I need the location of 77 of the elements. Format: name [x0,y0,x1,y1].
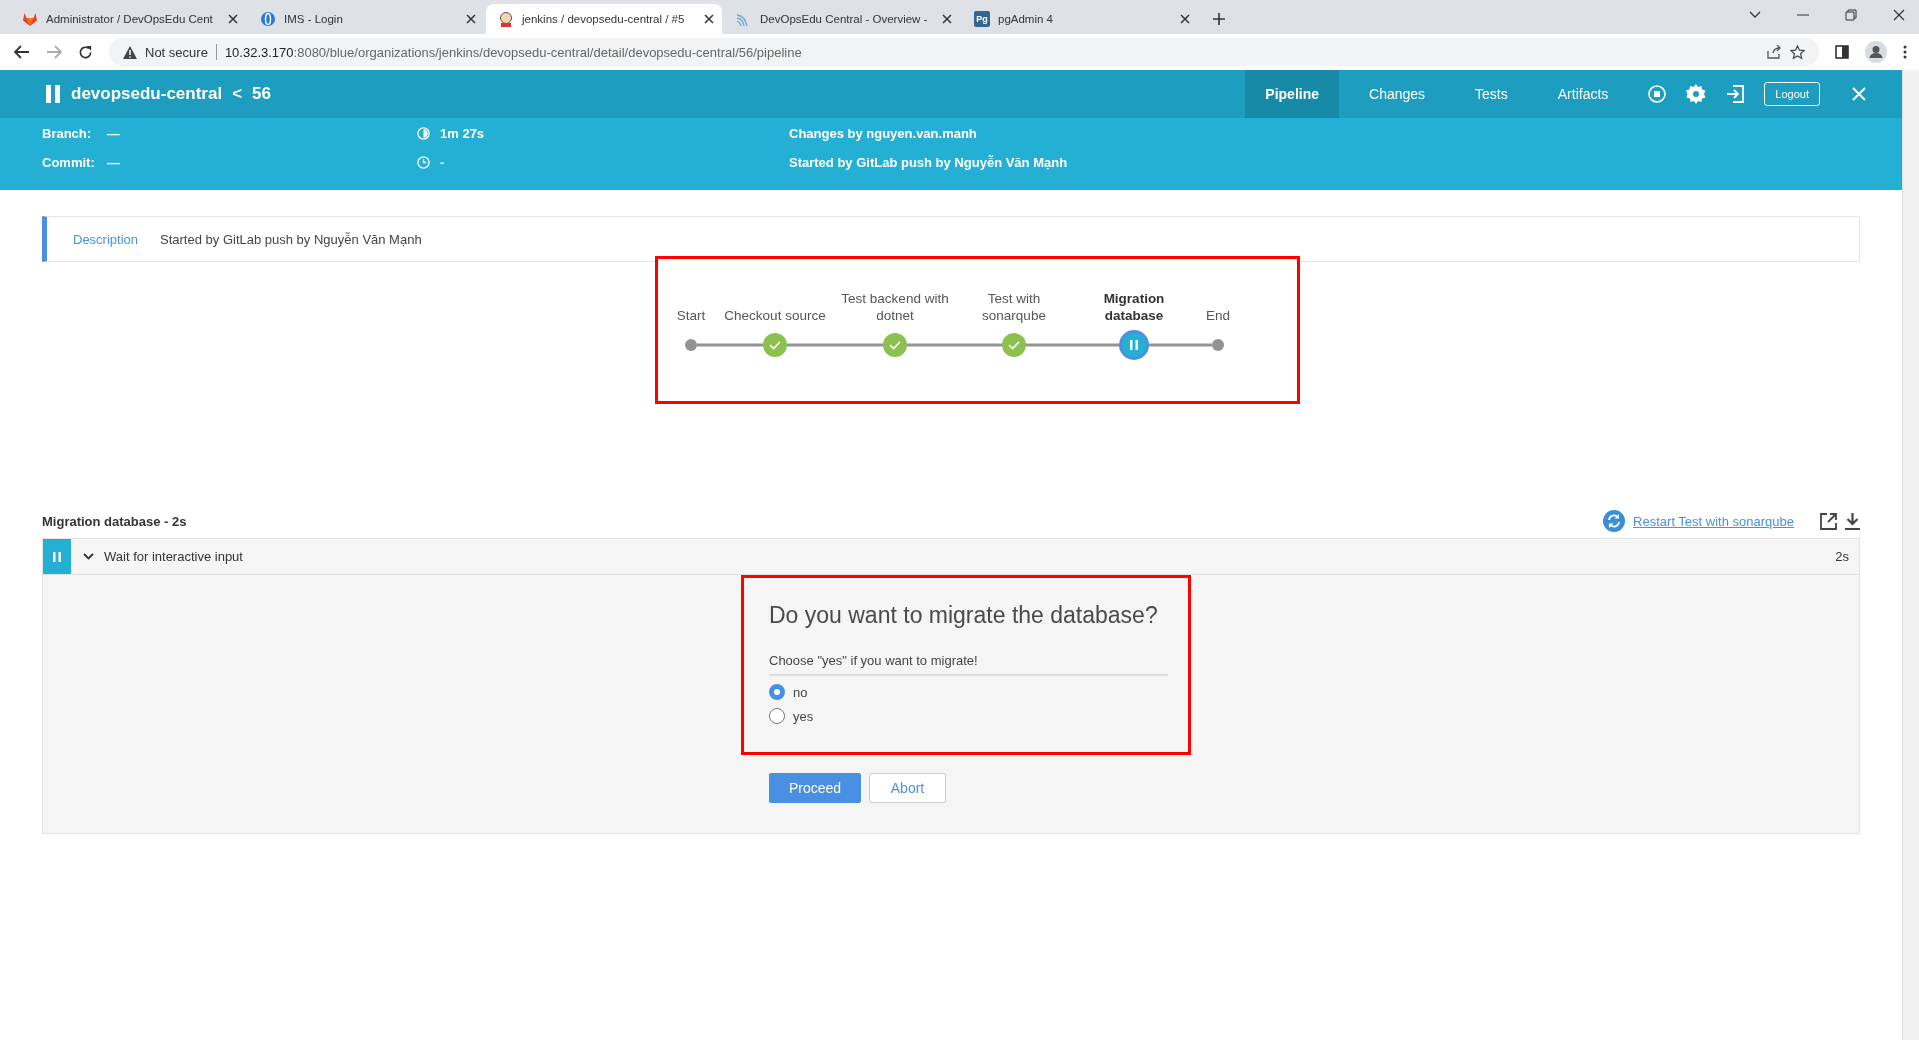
star-icon[interactable] [1790,44,1805,60]
check-node-icon[interactable] [883,333,907,357]
commit-value: — [107,154,120,170]
restart-icon[interactable] [1603,510,1626,532]
radio-label[interactable]: yes [793,708,814,724]
radio-button[interactable] [769,708,785,724]
back-arrow-icon[interactable] [14,45,30,59]
stage-label[interactable]: Test backend with dotnet [841,291,949,323]
url-text: 10.32.3.170:8080/blue/organizations/jenkins/devopsedu-central/detail/devopsedu-central/56/pipeline [224,44,802,60]
security-label: Not secure [145,44,208,60]
address-field[interactable]: Not secure 10.32.3.170:8080/blue/organizations/jenkins/devopsedu-central/detail/devopsedu-central/56/pipeline [109,38,1819,66]
tab-title: pgAdmin 4 [998,13,1054,25]
log-step-label: Wait for interactive input [104,549,243,564]
browser-tab[interactable]: jenkins / devopsedu-central / #5 [486,4,722,34]
check-node-icon[interactable] [1002,333,1026,357]
input-question: Do you want to migrate the database? [769,602,1159,629]
commit-label: Commit: [42,154,96,170]
pg-logo-icon: Pg [974,11,990,27]
pause-node-icon[interactable] [1119,330,1149,360]
menu-icon[interactable] [1903,45,1907,59]
download-icon[interactable] [1845,512,1860,530]
nav-tab[interactable]: Pipeline [1245,70,1340,118]
tab-title: DevOpsEdu Central - Overview - [760,13,929,25]
browser-tab[interactable]: DevOpsEdu Central - Overview - [724,4,960,34]
close-icon[interactable] [942,14,952,24]
new-tab-icon[interactable] [1212,12,1226,26]
globe-icon [260,11,276,27]
settings-icon[interactable] [1686,84,1707,104]
close-icon[interactable] [1893,9,1905,21]
exit-icon[interactable] [1726,85,1745,103]
duration-icon [417,126,430,140]
external-link-icon[interactable] [1820,512,1837,530]
tab-title: jenkins / devopsedu-central / #5 [522,13,686,25]
chevron-icon[interactable] [83,553,94,560]
duration-value: 1m 27s [440,125,485,141]
close-icon[interactable] [1180,14,1190,24]
time-value: - [440,154,445,170]
clock-icon [417,155,430,169]
browser-tab[interactable]: Administrator / DevOpsEdu Cent [10,4,246,34]
browser-tab[interactable]: Pg pgAdmin 4 [962,4,1198,34]
close-icon[interactable] [228,14,238,24]
tab-title: Administrator / DevOpsEdu Cent [46,13,214,25]
profile-avatar-icon[interactable] [1865,41,1887,63]
started-by-text: Started by GitLab push by Nguyễn Văn Mạnh [789,154,1068,170]
restore-icon[interactable] [1845,9,1857,21]
reload-icon[interactable] [78,44,93,60]
stage-label[interactable]: End [1206,308,1230,323]
scrollbar[interactable] [1902,70,1919,1040]
browser-tab[interactable]: IMS - Login [248,4,484,34]
chevron-down-icon[interactable] [1749,11,1761,19]
input-description: Choose "yes" if you want to migrate! [769,653,1168,676]
stop-icon[interactable] [1648,85,1667,103]
stage-label[interactable]: Start [676,308,706,323]
radio-label[interactable]: no [793,684,808,700]
check-node-icon[interactable] [763,333,787,357]
description-label: Description [73,231,139,247]
description-text: Started by GitLab push by Nguyễn Văn Mạnh [160,231,422,247]
close-icon[interactable] [466,14,476,24]
step-title: Migration database - 2s [42,513,187,529]
tab-title: IMS - Login [284,13,344,25]
connector-line [1149,343,1212,347]
stage-label[interactable]: Migration database [1103,291,1165,323]
branch-label: Branch: [42,125,93,141]
warning-icon [123,45,137,59]
stage-label[interactable]: Test with sonarqube [982,291,1046,323]
side-panel-icon[interactable] [1835,45,1849,59]
connector-line [697,343,763,347]
close-icon[interactable] [704,14,714,24]
fox-logo-icon [22,11,38,27]
branch-value: — [107,125,120,141]
log-row[interactable]: Wait for interactive input 2s [43,539,1859,575]
log-duration: 2s [1835,549,1849,564]
share-icon[interactable] [1767,45,1782,59]
radio-button[interactable] [769,684,785,700]
run-number: 56 [252,84,271,104]
stage-label[interactable]: Checkout source [724,308,826,323]
changes-text: Changes by nguyen.van.manh [789,125,977,141]
